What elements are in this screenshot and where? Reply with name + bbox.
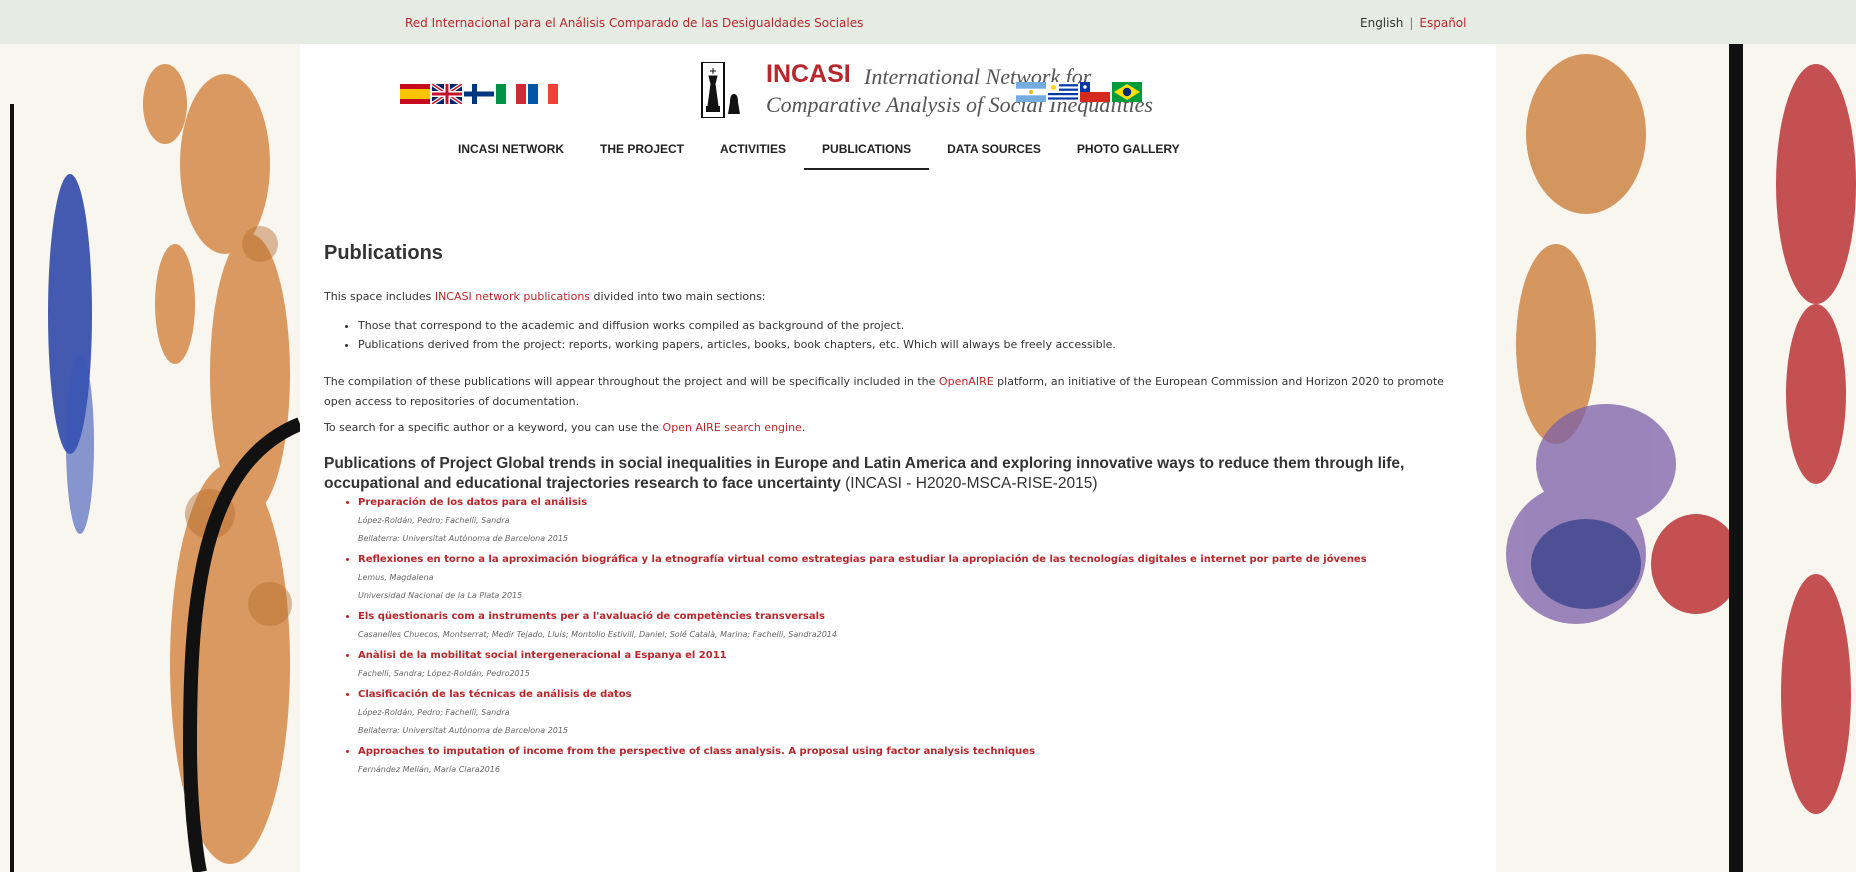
nav-incasi-network[interactable]: INCASI NETWORK (440, 142, 582, 170)
incasi-publications-link[interactable]: INCASI network publications (435, 290, 590, 303)
chess-king-icon (701, 62, 740, 118)
spain-flag-icon (400, 84, 430, 104)
argentina-flag-icon (1016, 82, 1046, 102)
language-switcher: English | Español (1360, 16, 1466, 30)
right-decorative-art (1496, 44, 1856, 872)
top-bar: Red Internacional para el Análisis Compa… (0, 0, 1856, 44)
publication-authors: Fachelli, Sandra; López-Roldán, Pedro201… (358, 669, 530, 678)
list-item: Clasificación de las técnicas de análisi… (358, 686, 1367, 740)
chile-flag-icon (1080, 82, 1110, 102)
para2-post: . (801, 421, 806, 434)
nav-data-sources[interactable]: DATA SOURCES (929, 142, 1059, 170)
language-separator: | (1409, 16, 1414, 30)
italy-flag-icon (496, 84, 526, 104)
para2-pre: To search for a specific author or a key… (324, 421, 663, 434)
nav-activities[interactable]: ACTIVITIES (702, 142, 804, 170)
publication-source: Bellaterra: Universitat Autònoma de Barc… (358, 726, 569, 735)
openaire-link[interactable]: OpenAIRE (939, 375, 994, 388)
publication-source: Universidad Nacional de la La Plata 2015 (358, 591, 523, 600)
nav-publications[interactable]: PUBLICATIONS (804, 142, 930, 170)
list-item: Els qüestionaris com a instruments per a… (358, 608, 1367, 644)
publication-title-link[interactable]: Els qüestionaris com a instruments per a… (358, 608, 1367, 626)
nav-the-project[interactable]: THE PROJECT (582, 142, 702, 170)
list-item: Those that correspond to the academic an… (358, 319, 1116, 332)
intro-post: divided into two main sections: (590, 290, 766, 303)
list-item: Approaches to imputation of income from … (358, 743, 1367, 779)
france-flag-icon (528, 84, 558, 104)
page-title: Publications (324, 242, 443, 264)
openaire-search-link[interactable]: Open AIRE search engine (663, 421, 802, 434)
publication-source: Bellaterra: Universitat Autònoma de Barc… (358, 534, 569, 543)
publication-authors: López-Roldán, Pedro; Fachelli, Sandra (358, 516, 510, 525)
publication-title-link[interactable]: Clasificación de las técnicas de análisi… (358, 686, 1367, 704)
publication-authors: López-Roldán, Pedro; Fachelli, Sandra (358, 708, 510, 717)
publication-title-link[interactable]: Preparación de los datos para el análisi… (358, 494, 1367, 512)
intro-text: This space includes INCASI network publi… (324, 290, 766, 303)
nav-photo-gallery[interactable]: PHOTO GALLERY (1059, 142, 1198, 170)
brazil-flag-icon (1112, 82, 1142, 102)
list-item: Reflexiones en torno a la aproximación b… (358, 551, 1367, 605)
uk-flag-icon (432, 84, 462, 104)
partner-flags-left (400, 84, 558, 104)
section-title-tail: (INCASI - H2020-MSCA-RISE-2015) (840, 475, 1098, 492)
partner-flags-right (1016, 82, 1142, 102)
list-item: Publications derived from the project: r… (358, 338, 1116, 351)
publication-title-link[interactable]: Anàlisi de la mobilitat social intergene… (358, 647, 1367, 665)
list-item: Preparación de los datos para el análisi… (358, 494, 1367, 548)
openaire-paragraph: The compilation of these publications wi… (324, 372, 1464, 412)
language-english-link[interactable]: English (1360, 16, 1403, 30)
sections-list: Those that correspond to the academic an… (344, 319, 1116, 357)
search-paragraph: To search for a specific author or a key… (324, 418, 1464, 438)
network-tagline: Red Internacional para el Análisis Compa… (405, 16, 864, 30)
finland-flag-icon (464, 84, 494, 104)
publication-title-link[interactable]: Reflexiones en torno a la aproximación b… (358, 551, 1367, 569)
left-decorative-art (0, 44, 300, 872)
language-spanish-link[interactable]: Español (1419, 16, 1466, 30)
main-navigation: INCASI NETWORK THE PROJECT ACTIVITIES PU… (440, 142, 1198, 170)
publication-authors: Fernández Melián, María Clara2016 (358, 765, 500, 774)
logo-title: INCASI (766, 60, 851, 88)
publication-title-link[interactable]: Approaches to imputation of income from … (358, 743, 1367, 761)
intro-pre: This space includes (324, 290, 435, 303)
uruguay-flag-icon (1048, 82, 1078, 102)
section-title: Publications of Project Global trends in… (324, 454, 1484, 494)
publication-authors: Casanelles Chuecos, Montserrat; Medir Te… (358, 630, 837, 639)
main-page: INCASI International Network for Compara… (300, 44, 1496, 872)
publications-list: Preparación de los datos para el análisi… (344, 494, 1367, 782)
list-item: Anàlisi de la mobilitat social intergene… (358, 647, 1367, 683)
para1-pre: The compilation of these publications wi… (324, 375, 939, 388)
publication-authors: Lemus, Magdalena (358, 573, 434, 582)
